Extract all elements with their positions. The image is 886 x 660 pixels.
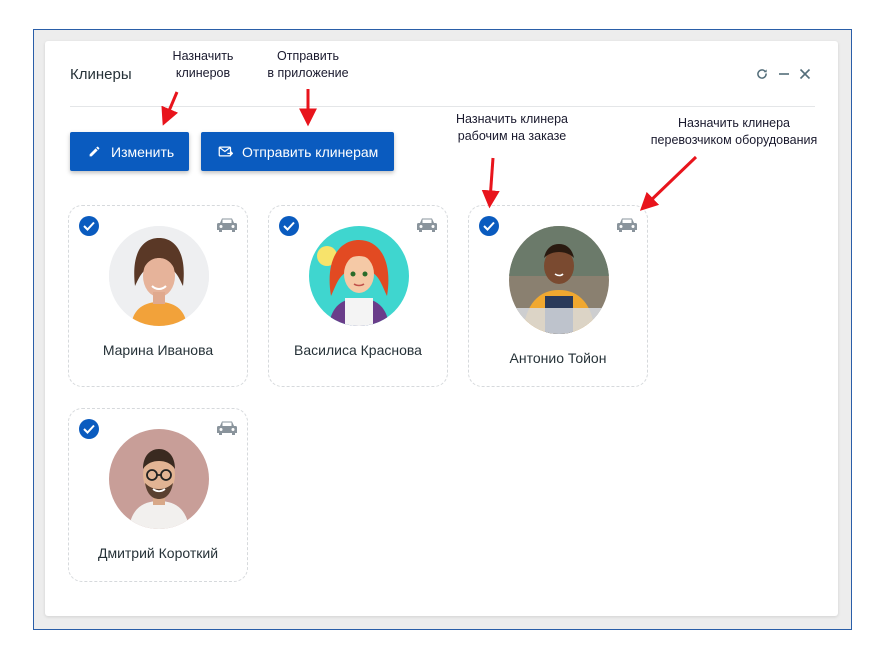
arrow-to-edit-button xyxy=(161,91,179,126)
arrow-to-check-icon xyxy=(481,157,500,209)
annotation-arrows xyxy=(161,89,698,211)
arrow-to-car-icon xyxy=(639,155,698,211)
